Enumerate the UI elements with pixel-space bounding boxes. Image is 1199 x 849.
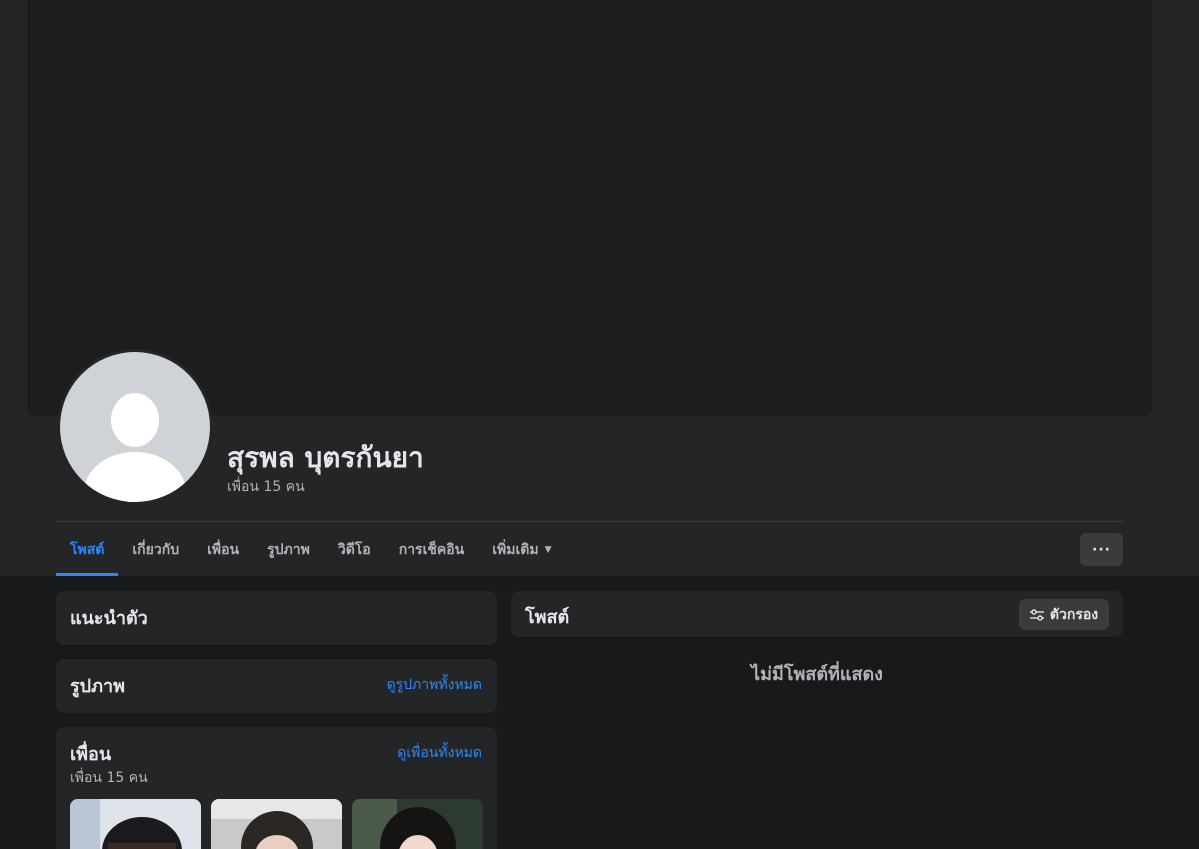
- see-all-friends-link[interactable]: ดูเพื่อนทั้งหมด: [397, 742, 482, 764]
- avatar-placeholder-icon: [60, 352, 210, 502]
- tab-about[interactable]: เกี่ยวกับ: [118, 524, 193, 576]
- friends-card: เพื่อน ดูเพื่อนทั้งหมด เพื่อน 15 คน: [56, 727, 497, 849]
- friends-title: เพื่อน: [70, 744, 112, 765]
- filter-icon: [1029, 608, 1044, 621]
- profile-picture[interactable]: [57, 349, 213, 505]
- tab-checkins[interactable]: การเช็คอิน: [385, 524, 479, 576]
- filter-button[interactable]: ตัวกรอง: [1019, 599, 1109, 630]
- tab-more[interactable]: เพิ่มเติม ▼: [478, 524, 565, 576]
- more-options-button[interactable]: ···: [1080, 533, 1123, 566]
- see-all-photos-link[interactable]: ดูรูปภาพทั้งหมด: [387, 674, 482, 696]
- no-posts-message: ไม่มีโพสต์ที่แสดง: [751, 664, 883, 685]
- tab-photos[interactable]: รูปภาพ: [253, 524, 324, 576]
- friend-photo[interactable]: [211, 799, 342, 849]
- photos-card: รูปภาพ ดูรูปภาพทั้งหมด: [56, 659, 497, 713]
- photos-title: รูปภาพ: [70, 676, 125, 697]
- profile-name: สุรพล บุตรกันยา: [227, 441, 424, 474]
- filter-label: ตัวกรอง: [1049, 606, 1099, 623]
- friend-photo[interactable]: [70, 799, 201, 849]
- posts-title: โพสต์: [525, 607, 570, 628]
- intro-title: แนะนำตัว: [70, 608, 148, 629]
- profile-friend-count[interactable]: เพื่อน 15 คน: [227, 476, 305, 498]
- tab-friends[interactable]: เพื่อน: [193, 524, 253, 576]
- cover-photo[interactable]: [27, 0, 1152, 416]
- tab-videos[interactable]: วิดีโอ: [324, 524, 385, 576]
- friend-photo[interactable]: [352, 799, 483, 849]
- caret-down-icon: ▼: [544, 545, 552, 555]
- tab-posts[interactable]: โพสต์: [56, 524, 119, 576]
- profile-tabs: โพสต์ เกี่ยวกับ เพื่อน รูปภาพ วิดีโอ การ…: [56, 524, 566, 576]
- intro-card: แนะนำตัว: [56, 591, 497, 645]
- friends-count: เพื่อน 15 คน: [70, 770, 148, 786]
- header-divider: [56, 521, 1123, 522]
